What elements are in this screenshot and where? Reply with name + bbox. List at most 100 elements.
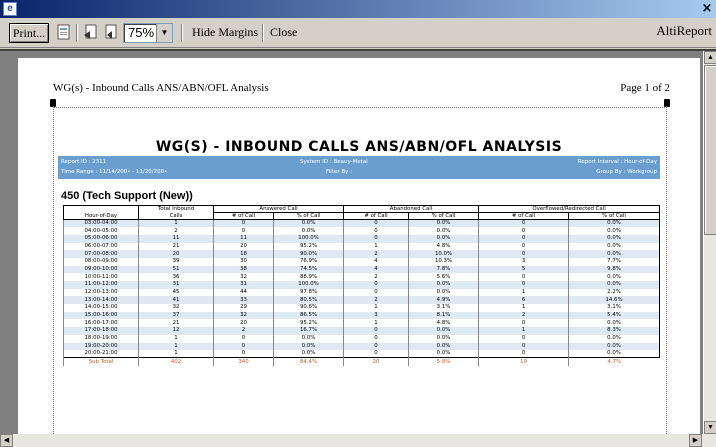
table-cell: 03:00-04:00 [63,219,139,228]
table-cell: 14.6% [568,296,660,305]
table-cell: 100.0% [272,281,344,289]
zoom-select[interactable]: 75% ▼ [123,23,173,43]
margin-line [666,106,667,436]
table-cell: 88.9% [272,273,344,281]
hide-margins-button[interactable]: Hide Margins [192,23,258,43]
table-cell: 15:00-16:00 [63,311,139,320]
table-cell: 0 [478,242,569,251]
scroll-right-icon[interactable]: ▶ [689,434,702,447]
table-cell: 20 [138,250,214,258]
page-setup-button[interactable] [55,23,75,43]
title-bar: e × [0,0,716,18]
table-cell: 1 [343,242,409,251]
close-button[interactable]: Close [270,23,297,43]
table-row: 11:00-12:00 31 31 100.0% 0 0.0% 0 0.0% [63,281,660,289]
table-cell: 10.3% [408,257,479,266]
table-cell: 5.4% [568,311,660,320]
table-cell: 1 [138,334,214,343]
subtotal-cell: Sub Total [63,357,139,366]
table-cell: 0.0% [408,288,479,297]
table-cell: 18 [213,250,274,258]
table-cell: 90.0% [272,250,344,258]
table-cell: 2 [343,250,409,258]
subtotal-cell: 340 [213,357,274,366]
table-cell: 0.0% [408,219,479,228]
table-cell: 0 [213,342,274,351]
table-cell: 4.8% [408,319,479,328]
subtotal-cell: 20 [343,357,409,366]
scroll-down-icon[interactable]: ▼ [704,421,716,434]
table-cell: 0.0% [272,350,344,358]
first-page-button[interactable] [82,23,102,43]
table-cell: 0.0% [272,219,344,228]
margin-marker-icon[interactable] [664,99,670,107]
table-cell: 0.0% [408,327,479,335]
time-range: Time Range : 11/14/200• - 11/20/200• [61,169,168,175]
table-cell: 0.0% [272,334,344,343]
table-cell: 11 [138,234,214,243]
table-cell: 0 [343,342,409,351]
table-cell: 41 [138,296,214,305]
table-cell: 4.9% [408,296,479,305]
table-cell: 0 [478,319,569,328]
table-cell: 9.8% [568,265,660,274]
system-id: System ID : Beauy-Metal [300,159,368,165]
table-cell: 20 [213,319,274,328]
table-cell: 1 [343,319,409,328]
scroll-thumb[interactable] [704,65,716,235]
table-cell: 0.0% [568,273,660,281]
table-cell: 0 [478,334,569,343]
table-row: 16:00-17:00 21 20 95.2% 1 4.8% 0 0.0% [63,319,660,328]
table-cell: 97.8% [272,288,344,297]
subtotal-row: Sub Total 402 340 84.4% 20 5.0% 19 4.7% [63,357,660,366]
subtotal-cell: 5.0% [408,357,479,366]
table-cell: 0.0% [408,281,479,289]
table-row: 05:00-06:00 11 11 100.0% 0 0.0% 0 0.0% [63,234,660,243]
table-cell: 17:00-18:00 [63,327,139,335]
table-body: 03:00-04:00 1 0 0.0% 0 0.0% 0 0.0% 04:00-05:00 2 0… [63,219,660,358]
scroll-left-icon[interactable]: ◀ [0,434,13,447]
table-row: 18:00-19:00 1 0 0.0% 0 0.0% 0 0.0% [63,334,660,343]
table-cell: 1 [478,327,569,335]
column-header: % of Call [272,212,345,220]
horizontal-scrollbar[interactable]: ◀ ▶ [0,434,716,447]
table-cell: 19:00-20:00 [63,342,139,351]
report-info-bar: Report ID : 2311 Time Range : 11/14/200•… [58,156,660,179]
scroll-up-icon[interactable]: ▲ [704,51,716,64]
table-cell: 80.5% [272,296,344,305]
table-row: 15:00-16:00 37 32 86.5% 3 8.1% 2 5.4% [63,311,660,320]
close-window-button[interactable]: × [700,1,714,16]
header-group: Overflowed/Redirected Call [478,205,661,213]
table-cell: 0 [343,327,409,335]
table-cell: 0 [478,219,569,228]
column-header: # of Call [343,212,410,220]
print-button[interactable]: Print... [9,23,49,43]
table-cell: 11 [213,234,274,243]
chevron-down-icon[interactable]: ▼ [156,24,172,42]
table-cell: 29 [213,304,274,312]
table-cell: 3 [343,311,409,320]
table-cell: 30 [213,257,274,266]
report-id: Report ID : 2311 [61,159,107,165]
table-cell: 8.3% [568,327,660,335]
table-row: 12:00-13:00 45 44 97.8% 0 0.0% 1 2.2% [63,288,660,297]
table-cell: 0.0% [568,242,660,251]
table-cell: 0 [478,234,569,243]
prev-page-button[interactable] [102,23,122,43]
table-cell: 0.0% [272,227,344,235]
prev-page-icon [105,24,117,39]
table-cell: 0.0% [272,342,344,351]
table-cell: 95.2% [272,242,344,251]
page-number: Page 1 of 2 [620,82,670,94]
vertical-scrollbar[interactable]: ▲ ▼ [703,51,716,434]
table-cell: 0.0% [408,234,479,243]
table-cell: 0 [478,250,569,258]
app-icon: e [3,2,17,16]
report-page: WG(s) - Inbound Calls ANS/ABN/OFL Analys… [18,58,700,436]
subtotal-cell: 19 [478,357,569,366]
table-row: 17:00-18:00 12 2 16.7% 0 0.0% 1 8.3% [63,327,660,335]
table-cell: 0 [213,350,274,358]
column-header: Hour-of-Day [63,212,139,220]
table-cell: 0 [343,350,409,358]
column-header: % of Call [408,212,480,220]
